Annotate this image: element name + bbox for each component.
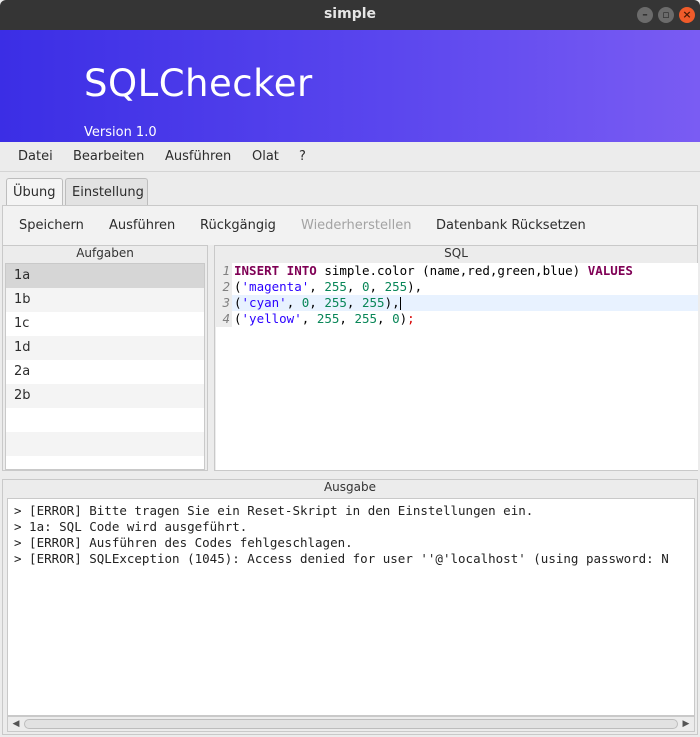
- list-item-1a[interactable]: 1a: [6, 264, 204, 288]
- list-empty-row: [6, 408, 204, 432]
- output-line: > [ERROR] Ausführen des Codes fehlgeschl…: [14, 535, 353, 550]
- output-line: > [ERROR] SQLException (1045): Access de…: [14, 551, 669, 566]
- split-divider-horizontal[interactable]: [0, 471, 700, 479]
- output-line: > [ERROR] Bitte tragen Sie ein Reset-Skr…: [14, 503, 534, 518]
- undo-button[interactable]: Rückgängig: [200, 218, 276, 233]
- tab-bar: Übung Einstellung: [0, 172, 700, 207]
- list-empty-row: [6, 432, 204, 456]
- tab-einstellung[interactable]: Einstellung: [65, 178, 148, 206]
- minimize-icon[interactable]: –: [637, 7, 653, 23]
- menu-datei[interactable]: Datei: [18, 149, 53, 164]
- scroll-left-icon[interactable]: ◀: [9, 717, 23, 731]
- list-item-2a[interactable]: 2a: [6, 360, 204, 384]
- code-line: 1 INSERT INTO simple.color (name,red,gree…: [216, 263, 698, 279]
- title-bar[interactable]: simple – ▫ ×: [0, 0, 700, 30]
- redo-button[interactable]: Wiederherstellen: [301, 218, 411, 233]
- close-icon[interactable]: ×: [679, 7, 695, 23]
- app-window: simple – ▫ × SQLChecker Version 1.0 Date…: [0, 0, 700, 737]
- menu-help[interactable]: ?: [299, 149, 306, 164]
- list-item-1c[interactable]: 1c: [6, 312, 204, 336]
- output-pane: Ausgabe > [ERROR] Bitte tragen Sie ein R…: [2, 479, 698, 735]
- code-text: INSERT INTO simple.color (name,red,green…: [234, 263, 633, 278]
- line-number: 1: [216, 263, 232, 279]
- menu-bearbeiten[interactable]: Bearbeiten: [73, 149, 144, 164]
- scrollbar-thumb[interactable]: [24, 719, 678, 729]
- scroll-right-icon[interactable]: ▶: [679, 717, 693, 731]
- app-version: Version 1.0: [84, 125, 157, 140]
- header-banner: SQLChecker Version 1.0: [0, 30, 700, 142]
- list-item-2b[interactable]: 2b: [6, 384, 204, 408]
- list-item-1b[interactable]: 1b: [6, 288, 204, 312]
- maximize-icon[interactable]: ▫: [658, 7, 674, 23]
- menu-olat[interactable]: Olat: [252, 149, 279, 164]
- sql-header: SQL: [444, 246, 468, 260]
- code-text: ('magenta', 255, 0, 255),: [234, 279, 423, 294]
- window-title: simple: [323, 6, 377, 22]
- toolbar: Speichern Ausführen Rückgängig Wiederher…: [2, 205, 698, 245]
- code-line: 2 ('magenta', 255, 0, 255),: [216, 279, 698, 295]
- sql-editor[interactable]: 1 INSERT INTO simple.color (name,red,gree…: [216, 263, 698, 470]
- code-text: ('yellow', 255, 255, 0);: [234, 311, 415, 326]
- output-line: > 1a: SQL Code wird ausgeführt.: [14, 519, 248, 534]
- tasks-pane: Aufgaben 1a 1b 1c 1d 2a 2b: [2, 245, 208, 471]
- save-button[interactable]: Speichern: [19, 218, 84, 233]
- reset-database-button[interactable]: Datenbank Rücksetzen: [436, 218, 586, 233]
- menu-ausfuehren[interactable]: Ausführen: [165, 149, 231, 164]
- code-text: ('cyan', 0, 255, 255),: [234, 295, 401, 310]
- code-line: 4 ('yellow', 255, 255, 0);: [216, 311, 698, 327]
- horizontal-scrollbar[interactable]: ◀ ▶: [7, 716, 695, 732]
- list-item-1d[interactable]: 1d: [6, 336, 204, 360]
- text-caret: [399, 297, 401, 310]
- run-button[interactable]: Ausführen: [109, 218, 175, 233]
- app-name: SQLChecker: [84, 62, 313, 105]
- menu-bar: Datei Bearbeiten Ausführen Olat ?: [0, 142, 700, 172]
- sql-pane: SQL 1 INSERT INTO simple.color (name,red,…: [214, 245, 698, 471]
- line-number: 4: [216, 311, 232, 327]
- line-number: 2: [216, 279, 232, 295]
- tab-uebung[interactable]: Übung: [6, 178, 63, 207]
- tasks-header: Aufgaben: [76, 246, 134, 260]
- output-console[interactable]: > [ERROR] Bitte tragen Sie ein Reset-Skr…: [7, 498, 695, 716]
- output-header: Ausgabe: [323, 480, 377, 494]
- tasks-list[interactable]: 1a 1b 1c 1d 2a 2b: [5, 263, 205, 470]
- code-line-current: 3 ('cyan', 0, 255, 255),: [216, 295, 698, 311]
- line-number: 3: [216, 295, 232, 311]
